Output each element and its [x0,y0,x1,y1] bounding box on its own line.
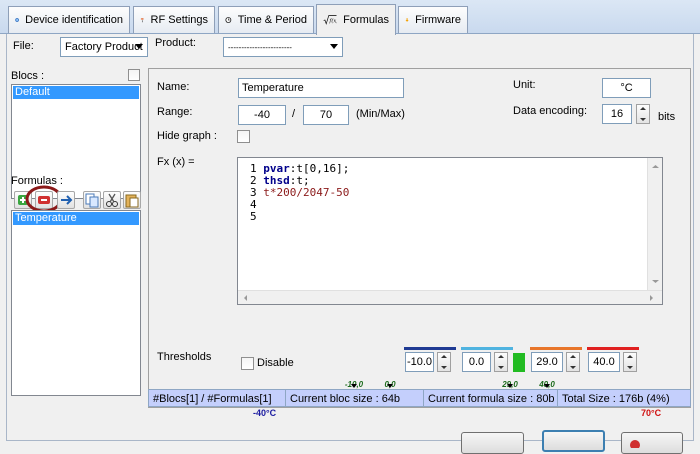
list-item[interactable]: Temperature [13,212,139,225]
threshold-spinner[interactable] [623,352,637,372]
unit-label: Unit: [513,79,536,91]
blocs-checkbox[interactable] [128,69,140,81]
formula-icon: f(x) [323,15,337,25]
arrow-icon [61,195,73,205]
threshold-color-bar [404,347,456,350]
data-encoding-spinner[interactable] [636,104,650,124]
tab-strip: Device identification RF Settings Time &… [0,0,700,35]
scissors-icon [106,193,118,207]
threshold-spinner[interactable] [437,352,451,372]
paste-icon [125,194,139,208]
default-dialog-button[interactable] [542,430,605,452]
tab-formulas[interactable]: f(x) Formulas [316,4,396,35]
formulas-list[interactable]: Temperature [11,210,141,396]
formulas-panel: File: Factory Product Product: ---------… [6,34,694,454]
threshold-color-bar [530,347,582,350]
scroll-arrows-icon [244,295,653,301]
hide-graph-checkbox[interactable] [237,130,250,143]
threshold-input[interactable]: 40.0 [588,352,620,372]
tab-label: RF Settings [150,14,208,26]
file-select-value: Factory Product [65,41,143,53]
scroll-arrows-icon [652,165,659,283]
status-bar: #Blocs[1] / #Formulas[1] Current bloc si… [148,389,691,407]
code-line: 5 [250,210,257,223]
range-label: Range: [157,106,193,118]
tab-label: Firmware [415,14,461,26]
move-formula-button[interactable] [57,191,75,209]
product-select-value: ------------------------ [228,42,292,52]
status-bloc-size: Current bloc size : 64b [286,390,424,407]
horizontal-scrollbar[interactable] [238,290,662,304]
tab-rf-settings[interactable]: RF Settings [133,6,215,33]
threshold-input[interactable]: -10.0 [405,352,434,372]
copy-icon [85,193,99,208]
device-id-icon [15,18,19,22]
tab-time-period[interactable]: Time & Period [218,6,314,33]
thresholds-label: Thresholds [157,351,212,363]
name-label: Name: [157,81,190,93]
blocs-label: Blocs : [11,70,45,82]
name-value: Temperature [242,82,304,94]
code-line: 3 t*200/2047-50 [250,186,350,199]
dialog-button[interactable] [461,432,524,454]
copy-button[interactable] [83,191,101,209]
unit-input[interactable]: °C [602,78,651,98]
scale-min-label: -40°C [253,408,277,418]
download-arrow-icon [405,18,409,22]
tab-firmware[interactable]: Firmware [398,6,468,33]
antenna-icon [140,18,144,23]
range-min-input[interactable]: -40 [238,105,286,125]
data-encoding-label: Data encoding: [513,105,587,117]
fx-label: Fx (x) = [157,156,195,168]
tab-label: Time & Period [237,14,307,26]
file-select[interactable]: Factory Product [60,37,148,57]
file-label: File: [13,40,34,52]
range-separator: / [292,108,296,120]
tab-label: Formulas [343,14,389,26]
threshold-ok-indicator [513,353,525,372]
unit-value: °C [620,82,633,94]
threshold-input[interactable]: 0.0 [462,352,491,372]
range-hint: (Min/Max) [356,108,405,120]
disable-thresholds-checkbox[interactable] [241,357,254,370]
paste-button[interactable] [123,191,141,209]
data-encoding-input[interactable]: 16 [602,104,632,124]
formula-code-editor[interactable]: 1 pvar:t[0,16]; 2 thsd:t; 3 t*200/2047-5… [237,157,663,305]
threshold-spinner[interactable] [566,352,580,372]
tab-device-identification[interactable]: Device identification [8,6,130,33]
status-counts: #Blocs[1] / #Formulas[1] [149,390,286,407]
threshold-input[interactable]: 29.0 [531,352,563,372]
tab-label: Device identification [25,14,123,26]
range-max-value: 70 [319,109,333,121]
cancel-icon [630,440,640,448]
data-encoding-value: 16 [610,108,624,120]
clock-icon [225,17,232,23]
range-max-input[interactable]: 70 [303,105,349,125]
vertical-scrollbar[interactable] [647,158,662,291]
threshold-color-bar [587,347,639,350]
data-encoding-unit: bits [658,111,676,123]
chevron-down-icon [330,44,338,49]
status-formula-size: Current formula size : 80b [424,390,558,407]
scale-max-label: 70°C [641,408,662,418]
hide-graph-label: Hide graph : [157,130,217,142]
product-label: Product: [155,37,196,49]
svg-text:f(x): f(x) [328,18,337,25]
threshold-color-bar [461,347,513,350]
list-item[interactable]: Default [13,86,139,99]
chevron-down-icon [135,44,143,49]
formula-editor: Name: Temperature Unit: °C Range: -40 / … [148,68,691,418]
threshold-spinner[interactable] [494,352,508,372]
name-input[interactable]: Temperature [238,78,404,98]
disable-label: Disable [257,357,294,369]
cut-button[interactable] [103,191,121,209]
dialog-button[interactable] [621,432,683,454]
range-min-value: -40 [254,109,270,121]
product-select[interactable]: ------------------------ [223,37,343,57]
status-total-size: Total Size : 176b (4%) [562,392,670,405]
